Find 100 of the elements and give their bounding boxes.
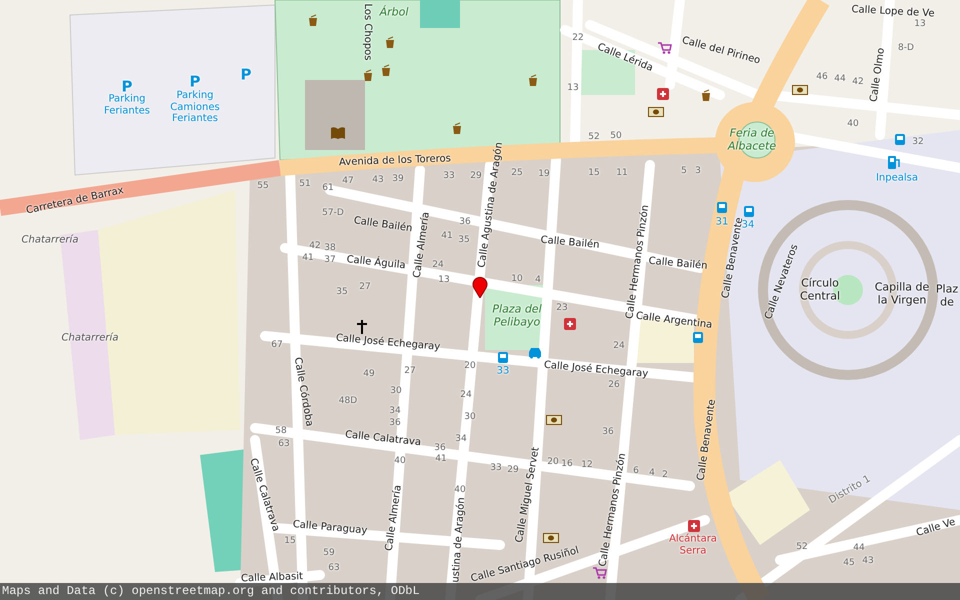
parking-label: Parking Camiones Feriantes [169, 90, 221, 124]
house-number: 36 [389, 418, 401, 428]
parking-label: Parking Feriantes [103, 94, 151, 116]
street-label: Calle Bailén [540, 234, 600, 252]
house-number: 3 [695, 166, 701, 176]
street-label: Calle Calatrava [344, 429, 422, 449]
cross-icon [356, 320, 368, 334]
house-number: 24 [432, 260, 444, 270]
house-number: 44 [853, 542, 865, 554]
banknote-icon [792, 85, 808, 95]
house-number: 5 [681, 166, 687, 176]
house-number: 34 [455, 434, 467, 444]
house-number: 41 [441, 230, 453, 242]
house-number: 40 [847, 118, 859, 130]
cup-icon [362, 69, 374, 81]
house-number: 63 [278, 438, 290, 450]
pharmacy-icon [564, 316, 576, 330]
house-number: 39 [392, 174, 404, 184]
banknote-icon [543, 533, 559, 543]
house-number: 41 [302, 252, 314, 264]
street-label: Calle Albasit [240, 571, 304, 585]
place-label: Árbol [380, 6, 408, 20]
house-number: 42 [309, 240, 321, 252]
street-label: ustina de Aragón [450, 496, 468, 584]
house-number: 67 [271, 340, 283, 350]
street-label: Calle Olmo [868, 47, 888, 103]
street-label: Calle Almería [412, 211, 432, 279]
house-number: 38 [324, 242, 336, 254]
street-label: Calle Paraguay [292, 519, 368, 536]
house-number: 35 [458, 234, 470, 246]
house-number: 15 [588, 168, 600, 178]
street-label: Calle Santiago Rusiñol [470, 545, 580, 585]
house-number: 37 [324, 254, 336, 266]
place-label: Plaza del Pelibayo [491, 303, 543, 329]
attribution-text: Maps and Data (c) openstreetmap.org and contributors, ODbL [0, 583, 960, 600]
pharmacy-icon [657, 86, 669, 100]
house-number: 15 [284, 536, 296, 546]
cup-icon [700, 89, 712, 101]
house-number: 25 [511, 168, 523, 178]
house-number: 13 [567, 82, 579, 94]
street-label: Carretera de Barrax [25, 185, 125, 217]
house-number: 52 [796, 542, 808, 552]
map-pin-icon[interactable] [472, 276, 488, 298]
place-label: Plaz de [934, 283, 960, 309]
house-number: 41 [435, 454, 447, 464]
street-label: Calle del Pirineo [680, 35, 762, 67]
cup-icon [451, 122, 463, 134]
fuel-station-label: Inpealsa [876, 172, 918, 184]
house-number: 43 [862, 556, 874, 566]
cup-icon [380, 64, 392, 76]
house-number: 2 [662, 470, 668, 480]
area-label: Chatarrería [22, 234, 78, 246]
fuel-pump-icon [887, 154, 901, 170]
house-number: 48D [338, 396, 358, 406]
street-label: Calle Águila [346, 254, 406, 272]
place-label: Círculo Central [798, 277, 842, 303]
house-number: 32 [912, 136, 924, 148]
house-number: 63 [328, 562, 340, 574]
house-number: 8-D [898, 42, 914, 54]
house-number: 40 [454, 484, 466, 496]
house-number: 13 [438, 274, 450, 286]
street-label: Calle Ve [915, 516, 957, 540]
street-label: Los Chopos [361, 3, 373, 61]
banknote-icon [546, 415, 562, 425]
house-number: 27 [359, 282, 371, 292]
street-label: Calle Almería [384, 484, 404, 552]
house-number: 10 [511, 274, 523, 284]
street-label: Calle Benavente [696, 398, 718, 482]
house-number: 40 [394, 456, 406, 466]
place-label: Capilla de la Virgen [874, 281, 930, 307]
house-number: 34 [389, 406, 401, 416]
house-number: 29 [507, 464, 519, 476]
house-number: 30 [464, 412, 476, 422]
area-label: Chatarrería [62, 332, 118, 344]
house-number: 45 [843, 558, 855, 568]
house-number: 27 [404, 366, 416, 376]
house-number: 30 [390, 386, 402, 396]
parking-sign: P [240, 66, 252, 84]
house-number: 19 [538, 168, 550, 180]
street-label: Calle Bailén [352, 215, 414, 235]
house-number: 33 [490, 462, 502, 474]
taxi-icon [527, 346, 543, 359]
house-number: 11 [616, 168, 628, 178]
house-number: 12 [581, 460, 593, 470]
house-number: 20 [547, 456, 559, 468]
house-number: 4 [649, 468, 655, 478]
house-number: 22 [572, 32, 584, 44]
house-number: 24 [460, 390, 472, 400]
house-number: 6 [633, 466, 639, 476]
house-number: 20 [464, 360, 476, 372]
house-number: 13 [914, 18, 926, 30]
house-number: 52 [588, 132, 600, 142]
street-label: Avenida de los Toreros [338, 153, 452, 169]
house-number: 36 [602, 426, 614, 438]
house-number: 57-D [322, 208, 344, 218]
house-number: 55 [257, 180, 269, 192]
parking-sign: P [190, 73, 200, 90]
house-number: 58 [275, 426, 287, 436]
place-label: Feria de Albacete [726, 127, 778, 153]
street-label: Calle José Echegaray [543, 360, 649, 380]
